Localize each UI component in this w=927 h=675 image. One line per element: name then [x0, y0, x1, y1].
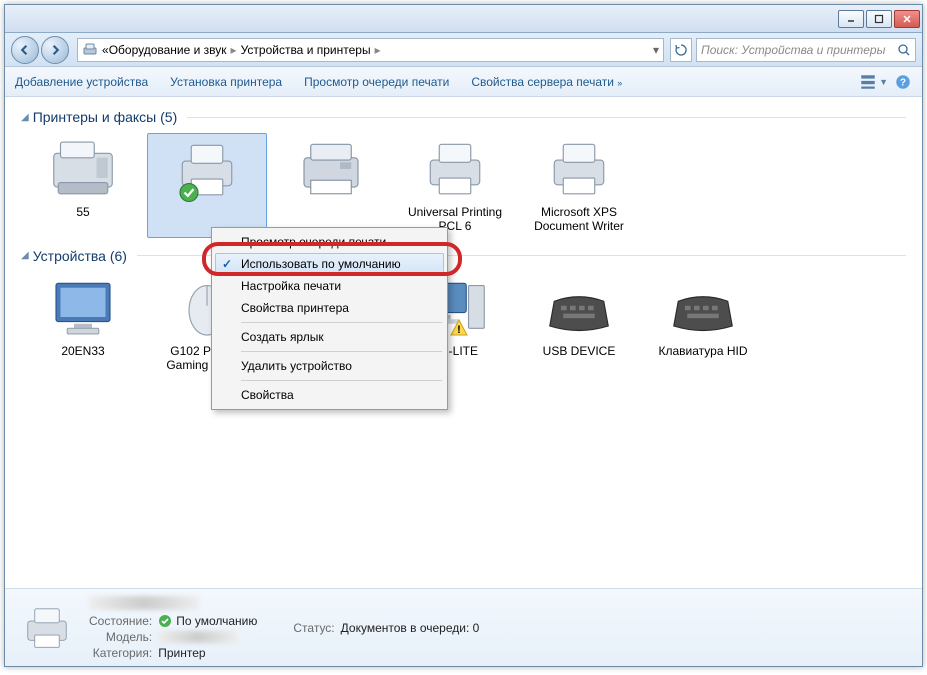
printer-item[interactable]: 55 — [23, 133, 143, 238]
context-menu: Просмотр очереди печати ✓ Использовать п… — [211, 227, 448, 410]
device-item[interactable]: USB DEVICE — [519, 272, 639, 377]
category-value: Принтер — [158, 646, 257, 660]
cm-create-shortcut[interactable]: Создать ярлык — [215, 326, 444, 348]
collapse-icon: ◢ — [21, 250, 29, 261]
printer-label: Microsoft XPS Document Writer — [523, 205, 635, 234]
printer-item-selected[interactable] — [147, 133, 267, 238]
chevron-right-icon: ▸ — [231, 43, 237, 57]
check-icon: ✓ — [222, 257, 232, 271]
minimize-button[interactable] — [838, 10, 864, 28]
details-pane: Состояние: По умолчанию Модель: Категори… — [5, 588, 922, 666]
collapse-icon: ◢ — [21, 112, 29, 123]
printer-icon — [171, 138, 243, 202]
back-button[interactable] — [11, 36, 39, 64]
chevron-right-icon: ▸ — [375, 43, 381, 57]
device-label: 20EN33 — [27, 344, 139, 358]
titlebar — [5, 5, 922, 33]
address-bar: « Оборудование и звук ▸ Устройства и при… — [5, 33, 922, 67]
content-area: ◢ Принтеры и факсы (5) 55 Universal Prin… — [5, 97, 922, 588]
cm-set-default[interactable]: ✓ Использовать по умолчанию — [215, 253, 444, 275]
printer-item[interactable]: Universal Printing PCL 6 — [395, 133, 515, 238]
group-header-devices[interactable]: ◢ Устройства (6) — [21, 248, 906, 264]
add-printer-button[interactable]: Установка принтера — [170, 75, 282, 89]
printer-icon — [19, 603, 75, 653]
group-count: (6) — [110, 248, 127, 264]
printer-icon — [543, 137, 615, 201]
state-label: Состояние: — [89, 614, 152, 628]
breadcrumb[interactable]: « Оборудование и звук ▸ Устройства и при… — [77, 38, 664, 62]
mfp-icon — [295, 137, 367, 201]
printer-icon — [419, 137, 491, 201]
status-label: Статус: — [293, 621, 334, 635]
printer-label: 55 — [27, 205, 139, 219]
view-options-icon[interactable] — [859, 73, 877, 91]
server-props-button[interactable]: Свойства сервера печати » — [471, 75, 622, 89]
device-item[interactable]: Клавиатура HID — [643, 272, 763, 377]
model-value — [158, 630, 257, 644]
cm-printer-props[interactable]: Свойства принтера — [215, 297, 444, 319]
printer-item[interactable] — [271, 133, 391, 238]
breadcrumb-part1[interactable]: Оборудование и звук — [109, 43, 227, 57]
warning-icon: ! — [449, 318, 469, 338]
devices-icon — [82, 42, 98, 58]
chevron-down-icon[interactable]: ▼ — [879, 77, 888, 87]
device-label: Клавиатура HID — [647, 344, 759, 358]
group-header-printers[interactable]: ◢ Принтеры и факсы (5) — [21, 109, 906, 125]
cm-print-settings[interactable]: Настройка печати — [215, 275, 444, 297]
cm-properties[interactable]: Свойства — [215, 384, 444, 406]
printers-row: 55 Universal Printing PCL 6 Microsoft XP… — [21, 129, 906, 242]
cm-remove[interactable]: Удалить устройство — [215, 355, 444, 377]
svg-text:?: ? — [900, 77, 906, 88]
forward-button[interactable] — [41, 36, 69, 64]
group-title: Устройства — [33, 248, 106, 264]
breadcrumb-part2[interactable]: Устройства и принтеры — [241, 43, 371, 57]
breadcrumb-prefix: « — [102, 43, 109, 57]
state-value: По умолчанию — [158, 614, 257, 628]
dropdown-icon[interactable]: ▾ — [653, 43, 659, 57]
category-label: Категория: — [89, 646, 152, 660]
menu-separator — [241, 322, 442, 323]
monitor-icon — [47, 276, 119, 340]
device-item[interactable]: 20EN33 — [23, 272, 143, 377]
view-queue-button[interactable]: Просмотр очереди печати — [304, 75, 449, 89]
refresh-button[interactable] — [670, 38, 692, 62]
devices-row: 20EN33 G102 Prodigy Gaming Mouse HID-сов… — [21, 268, 906, 381]
svg-text:!: ! — [457, 324, 461, 336]
selected-device-name — [89, 596, 199, 610]
search-placeholder: Поиск: Устройства и принтеры — [701, 43, 897, 57]
keyboard-icon — [667, 276, 739, 340]
printer-item[interactable]: Microsoft XPS Document Writer — [519, 133, 639, 238]
group-title: Принтеры и факсы — [33, 109, 157, 125]
chevron-right-icon: » — [617, 78, 622, 88]
keyboard-icon — [543, 276, 615, 340]
menu-separator — [241, 351, 442, 352]
cm-view-queue[interactable]: Просмотр очереди печати — [215, 231, 444, 253]
check-circle-icon — [158, 614, 172, 628]
model-label: Модель: — [89, 630, 152, 644]
add-device-button[interactable]: Добавление устройства — [15, 75, 148, 89]
close-button[interactable] — [894, 10, 920, 28]
fax-icon — [47, 137, 119, 201]
device-label: USB DEVICE — [523, 344, 635, 358]
menu-separator — [241, 380, 442, 381]
group-count: (5) — [160, 109, 177, 125]
help-icon[interactable]: ? — [894, 73, 912, 91]
toolbar: Добавление устройства Установка принтера… — [5, 67, 922, 97]
search-input[interactable]: Поиск: Устройства и принтеры — [696, 38, 916, 62]
status-value: Документов в очереди: 0 — [341, 621, 480, 635]
explorer-window: « Оборудование и звук ▸ Устройства и при… — [4, 4, 923, 667]
maximize-button[interactable] — [866, 10, 892, 28]
search-icon — [897, 43, 911, 57]
